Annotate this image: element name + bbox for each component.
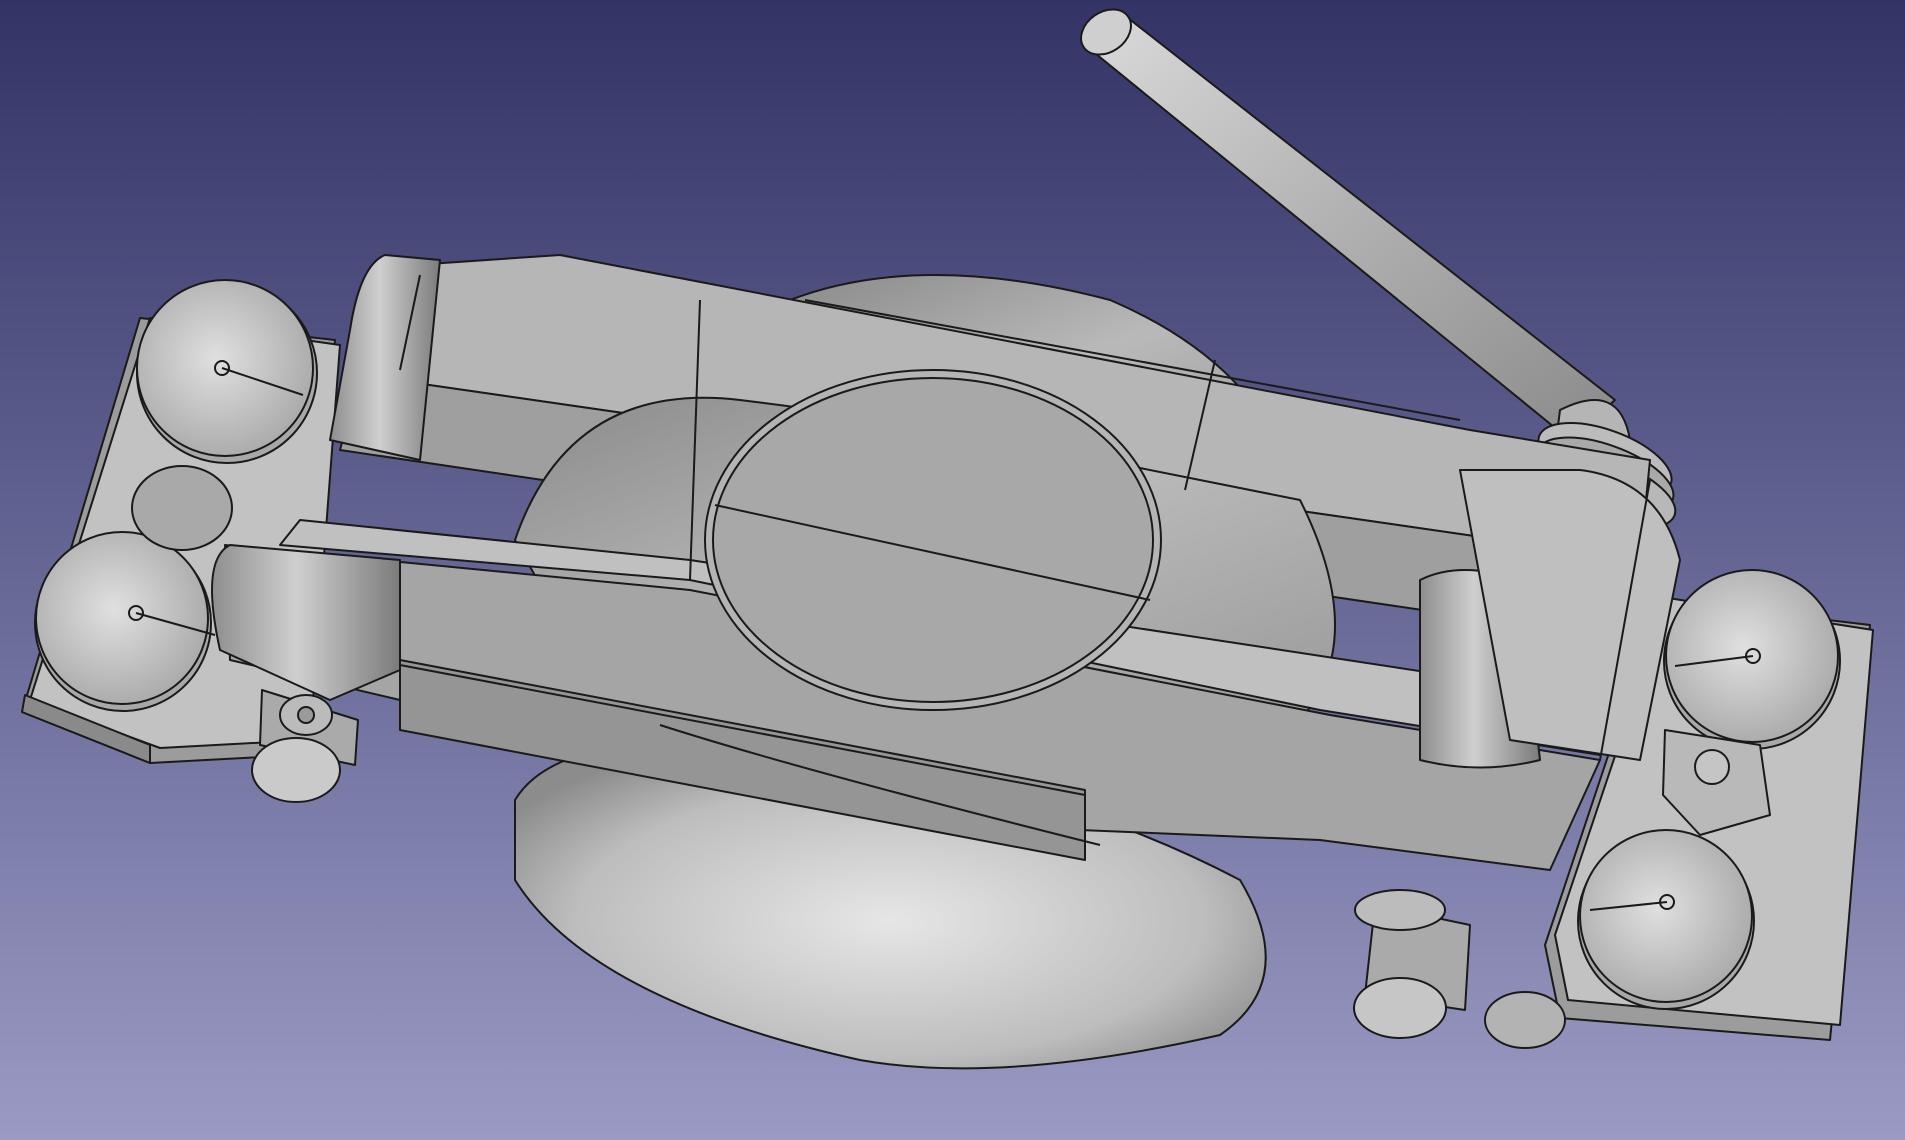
left-plate-hole [131,465,233,551]
3d-scene[interactable] [0,0,1905,1140]
cup-icon[interactable] [1577,829,1755,1010]
3d-viewport[interactable] [0,0,1905,1140]
cup-icon[interactable] [136,279,318,464]
cup-icon[interactable] [1663,569,1841,750]
